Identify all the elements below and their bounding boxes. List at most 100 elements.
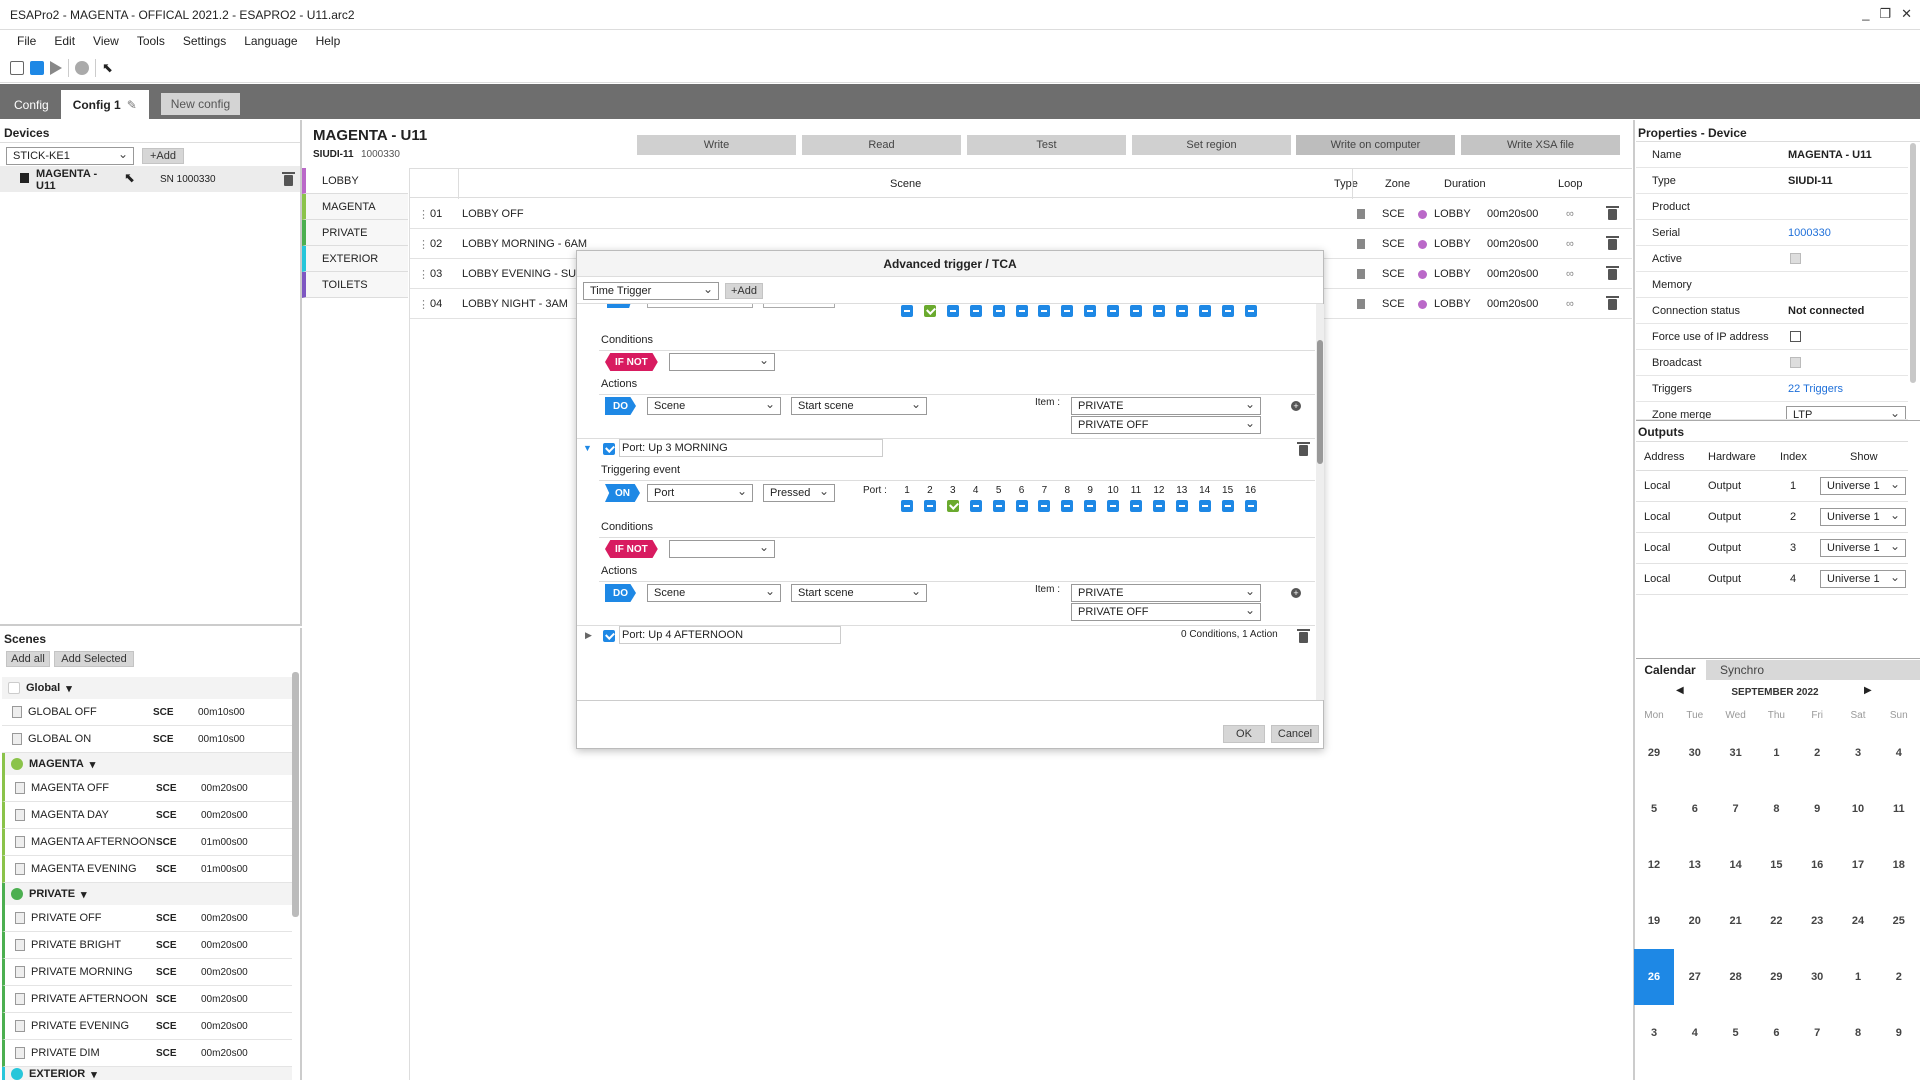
list-item[interactable]: PRIVATE BRIGHT SCE 00m20s00	[2, 932, 292, 959]
dialog-scrollbar[interactable]	[1316, 304, 1324, 700]
read-button[interactable]: Read	[802, 135, 961, 155]
calendar-day[interactable]: 3	[1838, 725, 1878, 781]
calendar-day[interactable]: 27	[1675, 949, 1715, 1005]
trigger-type-select[interactable]: Time Trigger	[583, 282, 719, 300]
port-checkbox[interactable]	[1198, 500, 1211, 512]
port-checkbox[interactable]	[1175, 305, 1188, 317]
calendar-day[interactable]: 22	[1756, 893, 1796, 949]
condition-select[interactable]	[669, 353, 775, 371]
delete-row-icon[interactable]	[1606, 229, 1619, 259]
port-checkbox[interactable]	[1038, 500, 1051, 512]
show-select[interactable]: Universe 1	[1820, 570, 1906, 588]
tab-synchro[interactable]: Synchro	[1706, 660, 1778, 680]
drag-handle-icon[interactable]: ⋮	[418, 259, 429, 289]
delete-row-icon[interactable]	[1606, 289, 1619, 319]
port-checkbox[interactable]	[1107, 305, 1120, 317]
trigger-enabled-checkbox[interactable]	[603, 630, 615, 642]
port-checkbox[interactable]	[1130, 305, 1142, 317]
delete-row-icon[interactable]	[1606, 259, 1619, 289]
port-checkbox[interactable]	[1061, 500, 1074, 512]
calendar-day[interactable]: 4	[1675, 1005, 1715, 1061]
port-checkbox[interactable]	[1084, 500, 1097, 512]
scenes-scrollbar[interactable]	[292, 672, 299, 917]
drag-handle-icon[interactable]: ⋮	[418, 229, 429, 259]
device-row[interactable]: MAGENTA - U11 ⬉ SN 1000330	[0, 166, 300, 192]
expand-trigger-icon[interactable]: ▶	[585, 630, 592, 641]
port-checkbox[interactable]	[1084, 305, 1097, 317]
port-checkbox[interactable]	[946, 500, 959, 512]
calendar-day[interactable]: 5	[1716, 1005, 1756, 1061]
zone-merge-select[interactable]: LTP	[1786, 406, 1906, 419]
write-on-computer-button[interactable]: Write on computer	[1296, 135, 1455, 155]
port-checkbox[interactable]	[1198, 305, 1211, 317]
trigger-enabled-checkbox[interactable]	[603, 443, 615, 455]
port-checkbox[interactable]	[1221, 500, 1234, 512]
zone-tab-magenta[interactable]: MAGENTA	[302, 194, 408, 220]
calendar-day[interactable]: 29	[1756, 949, 1796, 1005]
new-config-button[interactable]: New config	[160, 93, 241, 115]
port-checkbox[interactable]	[1061, 305, 1074, 317]
menu-view[interactable]: View	[84, 34, 128, 48]
calendar-day[interactable]: 18	[1879, 837, 1919, 893]
table-row[interactable]: ⋮ 01 LOBBY OFF SCE LOBBY 00m20s00 ∞	[410, 199, 1632, 229]
menu-settings[interactable]: Settings	[174, 34, 235, 48]
port-checkbox[interactable]	[1107, 500, 1120, 512]
port-checkbox[interactable]	[901, 500, 913, 512]
condition-select[interactable]	[669, 540, 775, 558]
calendar-day[interactable]: 5	[1634, 781, 1674, 837]
zone-tab-toilets[interactable]: TOILETS	[302, 272, 408, 298]
calendar-day[interactable]: 12	[1634, 837, 1674, 893]
write-button[interactable]: Write	[637, 135, 796, 155]
maximize-button[interactable]: ❐	[1879, 6, 1891, 22]
trigger-name-input[interactable]: Port: Up 4 AFTERNOON	[619, 626, 841, 644]
calendar-day[interactable]: 19	[1634, 893, 1674, 949]
port-checkbox[interactable]	[1244, 500, 1257, 512]
calendar-prev-icon[interactable]: ◀	[1676, 685, 1684, 696]
port-checkbox[interactable]	[1015, 500, 1028, 512]
action-select[interactable]: Start scene	[791, 584, 927, 602]
port-checkbox[interactable]	[1015, 305, 1028, 317]
group-exterior[interactable]: EXTERIOR ▾	[2, 1067, 292, 1080]
item-zone-select[interactable]: PRIVATE	[1071, 584, 1261, 602]
port-checkbox[interactable]	[992, 500, 1005, 512]
action-select[interactable]: Start scene	[791, 397, 927, 415]
port-checkbox[interactable]	[1152, 305, 1165, 317]
port-checkbox[interactable]	[923, 500, 936, 512]
add-action-icon[interactable]: +	[1291, 401, 1301, 411]
calendar-day[interactable]: 17	[1838, 837, 1878, 893]
delete-trigger-icon[interactable]	[1297, 629, 1310, 643]
port-checkbox[interactable]	[969, 305, 982, 317]
test-button[interactable]: Test	[967, 135, 1126, 155]
menu-file[interactable]: File	[8, 34, 45, 48]
ok-button[interactable]: OK	[1223, 725, 1265, 743]
port-checkbox[interactable]	[1221, 305, 1234, 317]
calendar-day[interactable]: 1	[1756, 725, 1796, 781]
port-checkbox[interactable]	[901, 305, 913, 317]
link-icon[interactable]: ∞	[1566, 259, 1574, 289]
calendar-day[interactable]: 23	[1797, 893, 1837, 949]
calendar-next-icon[interactable]: ▶	[1864, 685, 1872, 696]
calendar-day[interactable]: 4	[1879, 725, 1919, 781]
play-icon[interactable]	[50, 60, 62, 75]
close-button[interactable]: ✕	[1901, 6, 1912, 22]
calendar-day[interactable]: 30	[1797, 949, 1837, 1005]
stick-select[interactable]: STICK-KE1	[6, 147, 134, 165]
calendar-day[interactable]: 6	[1756, 1005, 1796, 1061]
list-item[interactable]: MAGENTA OFF SCE 00m20s00	[2, 775, 292, 802]
add-action-icon[interactable]: +	[1291, 588, 1301, 598]
database-icon[interactable]	[75, 60, 89, 75]
zone-tab-exterior[interactable]: EXTERIOR	[302, 246, 408, 272]
calendar-day[interactable]: 31	[1716, 725, 1756, 781]
calendar-day[interactable]: 16	[1797, 837, 1837, 893]
calendar-day[interactable]: 9	[1879, 1005, 1919, 1061]
calendar-day[interactable]: 26	[1634, 949, 1674, 1005]
calendar-day[interactable]: 28	[1716, 949, 1756, 1005]
calendar-day[interactable]: 24	[1838, 893, 1878, 949]
calendar-day[interactable]: 3	[1634, 1005, 1674, 1061]
serial-link[interactable]: 1000330	[1788, 227, 1831, 239]
action-type-select[interactable]: Scene	[647, 397, 781, 415]
minimize-button[interactable]: _	[1862, 6, 1869, 22]
calendar-day[interactable]: 9	[1797, 781, 1837, 837]
add-trigger-button[interactable]: + Add	[725, 283, 763, 299]
calendar-day[interactable]: 7	[1716, 781, 1756, 837]
